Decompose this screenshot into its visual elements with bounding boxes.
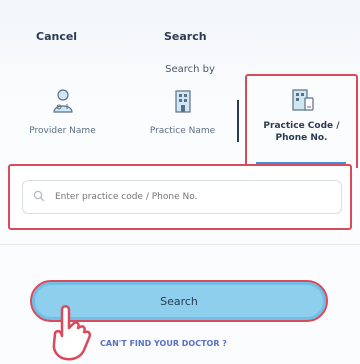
tap-hand-icon xyxy=(52,305,92,361)
page-title: Search xyxy=(164,30,207,43)
cant-find-doctor-link[interactable]: CAN'T FIND YOUR DOCTOR ? xyxy=(100,339,227,348)
search-field[interactable] xyxy=(22,180,342,214)
search-icon xyxy=(33,190,45,202)
search-by-label: Search by xyxy=(165,64,215,75)
tab-divider xyxy=(237,100,239,142)
tab-label: Practice Name xyxy=(149,126,216,136)
divider xyxy=(0,244,360,245)
doctor-icon xyxy=(52,89,73,113)
practice-code-icon xyxy=(291,89,314,111)
tab-label: Practice Code / Phone No. xyxy=(247,120,356,144)
tab-practice-name[interactable]: Practice Name xyxy=(125,78,240,158)
tab-practice-code[interactable]: Practice Code / Phone No. xyxy=(245,74,358,168)
search-input[interactable] xyxy=(53,187,327,207)
cancel-button[interactable]: Cancel xyxy=(36,30,77,43)
tab-label-line-2: Phone No. xyxy=(275,133,328,143)
building-icon xyxy=(174,90,191,113)
tab-label: Provider Name xyxy=(29,126,96,136)
tab-label-line-1: Practice Code / xyxy=(263,121,340,131)
tab-provider-name[interactable]: Provider Name xyxy=(5,78,120,158)
